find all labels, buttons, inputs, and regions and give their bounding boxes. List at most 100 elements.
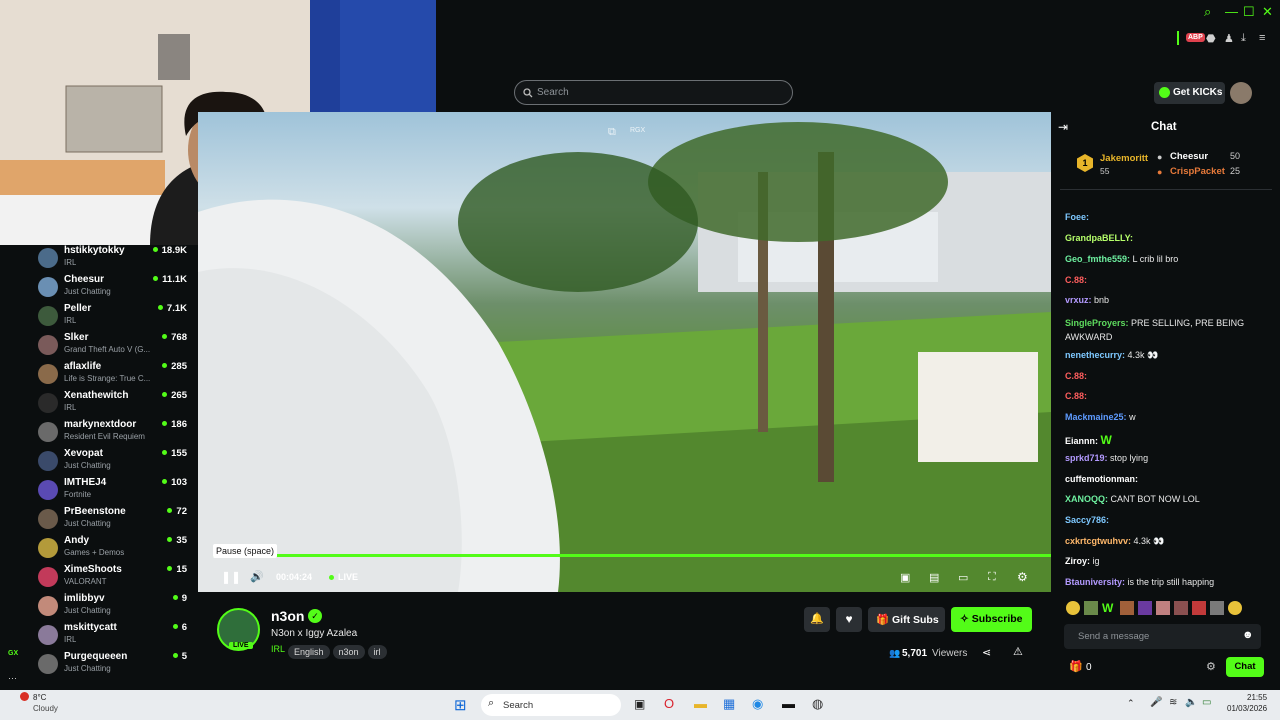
volume-icon[interactable]: 🔊 xyxy=(250,570,264,583)
start-icon[interactable]: ⊞ xyxy=(454,696,467,714)
popout-icon[interactable]: ⧉ xyxy=(608,126,616,139)
emote-icon[interactable] xyxy=(1138,601,1152,615)
sidebar-channel-aflaxlife[interactable]: aflaxlife Life is Strange: True C... 285 xyxy=(38,361,193,390)
clock-time[interactable]: 21:55 xyxy=(1247,693,1267,702)
emoji-icon[interactable]: ☻ xyxy=(1242,629,1254,641)
edge-icon[interactable]: ◉ xyxy=(752,696,763,712)
report-icon[interactable]: ⚠ xyxy=(1013,645,1023,658)
chat-settings-icon[interactable]: ⚙ xyxy=(1206,660,1216,673)
profile-extension-icon[interactable]: ♟ xyxy=(1224,32,1234,45)
sidebar-channel-prbeenstone[interactable]: PrBeenstone Just Chatting 72 xyxy=(38,506,193,535)
tray-chevron-icon[interactable]: ⌃ xyxy=(1127,698,1135,709)
sidebar-channel-purgequeeen[interactable]: Purgequeeen Just Chatting 5 xyxy=(38,651,193,680)
leader-name[interactable]: Cheesur xyxy=(1170,151,1208,162)
store-icon[interactable]: ▦ xyxy=(723,696,735,712)
minimize-button[interactable]: — xyxy=(1225,4,1238,19)
follow-button[interactable]: ♥ xyxy=(836,607,862,632)
volume-icon[interactable]: 🔈 xyxy=(1185,697,1197,708)
collapse-chat-icon[interactable]: ⇥ xyxy=(1058,120,1068,134)
chat-username[interactable]: Mackmaine25: xyxy=(1065,412,1127,422)
sidebar-channel-xevopat[interactable]: Xevopat Just Chatting 155 xyxy=(38,448,193,477)
subscribe-button[interactable]: ✧ Subscribe xyxy=(951,607,1032,632)
message-input[interactable]: Send a message ☻ xyxy=(1064,624,1261,649)
sidebar-channel-peller[interactable]: Peller IRL 7.1K xyxy=(38,303,193,332)
emote-icon[interactable] xyxy=(1228,601,1242,615)
emote-icon[interactable] xyxy=(1210,601,1224,615)
gift-subs-button[interactable]: 🎁 Gift Subs xyxy=(868,607,945,632)
taskbar-search[interactable]: ⌕ Search xyxy=(481,694,621,716)
clip-icon[interactable]: ▤ xyxy=(929,571,939,584)
menu-icon[interactable]: ≡ xyxy=(1259,32,1265,44)
video-player[interactable]: ⧉ RGX xyxy=(198,112,1051,592)
chat-username[interactable]: cxkrtcgtwuhvv: xyxy=(1065,536,1131,546)
search-input[interactable]: Search xyxy=(514,80,793,105)
chat-username[interactable]: Ziroy: xyxy=(1065,556,1090,566)
chat-username[interactable]: Eiannn: xyxy=(1065,436,1098,446)
chat-username[interactable]: cuffemotionman: xyxy=(1065,474,1138,484)
chat-send-button[interactable]: Chat xyxy=(1226,657,1264,677)
tag-irl[interactable]: irl xyxy=(367,645,387,659)
chat-username[interactable]: C.88: xyxy=(1065,275,1087,285)
tag-n3on[interactable]: n3on xyxy=(332,645,365,659)
extension-puzzle-icon[interactable]: ⬣ xyxy=(1206,32,1216,45)
chat-username[interactable]: GrandpaBELLY: xyxy=(1065,233,1133,243)
app-icon[interactable]: ◍ xyxy=(812,696,823,712)
wifi-icon[interactable]: ≋ xyxy=(1169,697,1177,708)
chat-username[interactable]: C.88: xyxy=(1065,391,1087,401)
download-icon[interactable]: ⤓ xyxy=(1241,32,1246,45)
emote-icon[interactable] xyxy=(1066,601,1080,615)
fullscreen-icon[interactable]: ⛶ xyxy=(988,571,996,584)
sidebar-channel-hstikkytokky[interactable]: hstikkytokky IRL 18.9K xyxy=(38,245,193,274)
sidebar-channel-slker[interactable]: Slker Grand Theft Auto V (G... 768 xyxy=(38,332,193,361)
chat-username[interactable]: sprkd719: xyxy=(1065,453,1108,463)
chat-username[interactable]: C.88: xyxy=(1065,371,1087,381)
file-explorer-icon[interactable]: ▬ xyxy=(694,696,707,711)
stream-category[interactable]: IRL xyxy=(271,644,285,654)
emote-icon[interactable] xyxy=(1084,601,1098,615)
emote-icon[interactable] xyxy=(1192,601,1206,615)
miniplayer-icon[interactable]: ▣ xyxy=(900,571,910,584)
chat-username[interactable]: Saccy786: xyxy=(1065,515,1109,525)
kick-logo-icon[interactable]: GX xyxy=(8,650,18,657)
sidebar-channel-andy[interactable]: Andy Games + Demos 35 xyxy=(38,535,193,564)
settings-icon[interactable]: ⚙ xyxy=(1017,570,1028,584)
close-button[interactable]: ✕ xyxy=(1262,4,1273,20)
battery-icon[interactable]: ▭ xyxy=(1202,697,1211,708)
sidebar-channel-imlibbyv[interactable]: imlibbyv Just Chatting 9 xyxy=(38,593,193,622)
maximize-button[interactable]: ☐ xyxy=(1243,4,1255,20)
chat-username[interactable]: vrxuz: xyxy=(1065,295,1092,305)
adblock-extension-icon[interactable]: ABP xyxy=(1186,33,1205,42)
sidebar-channel-imthej4[interactable]: IMTHEJ4 Fortnite 103 xyxy=(38,477,193,506)
chat-username[interactable]: Btauniversity: xyxy=(1065,577,1125,587)
pause-button[interactable]: ❚❚ xyxy=(221,570,241,584)
emote-icon[interactable] xyxy=(1156,601,1170,615)
streamer-name[interactable]: n3on xyxy=(271,608,304,624)
emote-icon[interactable] xyxy=(1120,601,1134,615)
sidebar-channel-cheesur[interactable]: Cheesur Just Chatting 11.1K xyxy=(38,274,193,303)
get-kicks-button[interactable]: Get KICKs xyxy=(1154,82,1225,104)
chat-username[interactable]: Geo_fmthe559: xyxy=(1065,254,1130,264)
gift-icon[interactable]: 🎁 xyxy=(1069,660,1083,673)
emote-icon[interactable]: W xyxy=(1102,601,1116,615)
sidebar-channel-mskittycatt[interactable]: mskittycatt IRL 6 xyxy=(38,622,193,651)
sidebar-channel-xenathewitch[interactable]: Xenathewitch IRL 265 xyxy=(38,390,193,419)
chat-username[interactable]: XANOQQ: xyxy=(1065,494,1108,504)
emote-icon[interactable] xyxy=(1174,601,1188,615)
mic-icon[interactable]: 🎤 xyxy=(1150,697,1162,708)
task-view-icon[interactable]: ▣ xyxy=(634,697,645,711)
leader-name[interactable]: Jakemoritt xyxy=(1100,153,1148,164)
sidebar-channel-ximeshoots[interactable]: XimeShoots VALORANT 15 xyxy=(38,564,193,593)
chat-username[interactable]: Foee: xyxy=(1065,212,1089,222)
opera-icon[interactable]: O xyxy=(664,696,674,711)
sidebar-channel-markynextdoor[interactable]: markynextdoor Resident Evil Requiem 186 xyxy=(38,419,193,448)
chat-username[interactable]: nenethecurry: xyxy=(1065,350,1125,360)
theater-mode-icon[interactable]: ▭ xyxy=(958,571,968,584)
tag-english[interactable]: English xyxy=(288,645,330,659)
search-icon[interactable]: ⌕ xyxy=(1204,4,1211,20)
chat-username[interactable]: SingleProyers: xyxy=(1065,318,1129,328)
weather-temp[interactable]: 8°C xyxy=(33,693,46,702)
leader-name[interactable]: CrispPacket xyxy=(1170,166,1225,177)
share-icon[interactable]: ⋖ xyxy=(982,646,991,659)
user-avatar[interactable] xyxy=(1230,82,1252,104)
terminal-icon[interactable]: ▬ xyxy=(782,696,795,711)
